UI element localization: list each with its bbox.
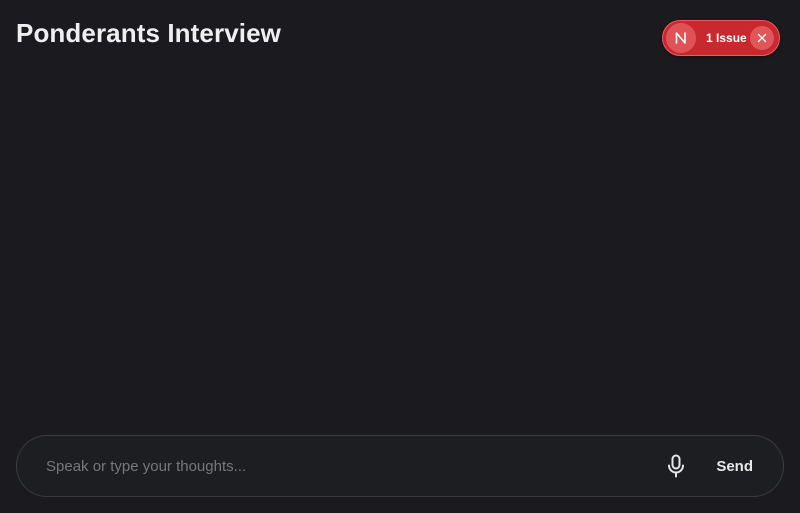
message-composer: Send <box>16 435 784 497</box>
close-issues-button[interactable] <box>750 26 774 50</box>
issues-indicator[interactable]: 1 Issue <box>662 20 780 56</box>
microphone-icon <box>668 454 685 478</box>
issues-count-label[interactable]: 1 Issue <box>706 31 747 45</box>
nextjs-logo-icon <box>675 32 686 44</box>
page-title: Ponderants Interview <box>16 18 281 48</box>
nextjs-logo-button[interactable] <box>666 23 696 53</box>
message-input[interactable] <box>46 446 655 486</box>
close-icon <box>757 33 767 43</box>
send-button[interactable]: Send <box>716 458 753 475</box>
microphone-button[interactable] <box>662 450 690 482</box>
